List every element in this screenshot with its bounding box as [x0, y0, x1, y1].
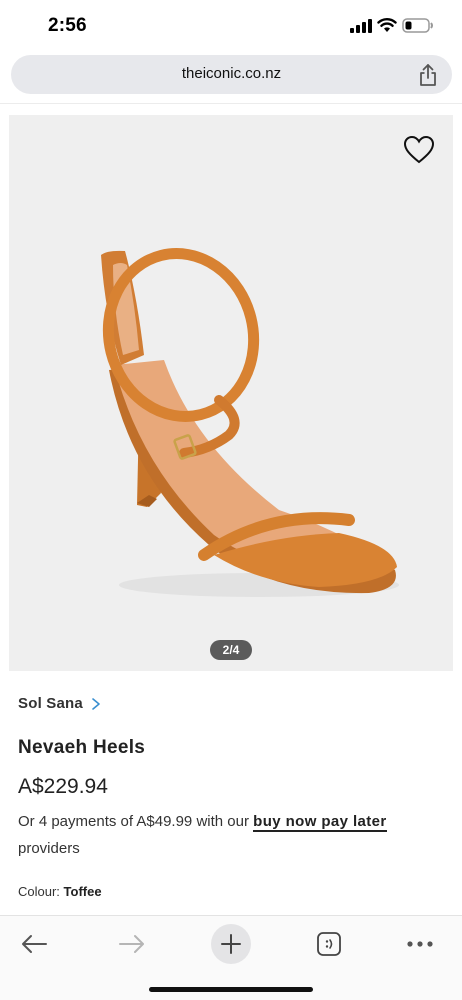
more-button[interactable]: [400, 924, 440, 964]
url-text[interactable]: theiconic.co.nz: [11, 65, 452, 82]
product-photo: [101, 248, 399, 597]
tabs-icon: [317, 932, 341, 956]
image-pager: 2/4: [210, 640, 252, 660]
heart-icon[interactable]: [403, 135, 435, 165]
forward-icon: [119, 935, 144, 953]
brand-name[interactable]: Sol Sana: [18, 695, 83, 712]
product-name: Nevaeh Heels: [18, 737, 146, 758]
new-tab-button[interactable]: [211, 924, 251, 964]
browser-toolbar: [0, 915, 462, 1000]
address-bar[interactable]: theiconic.co.nz: [11, 55, 452, 94]
brand-link[interactable]: Sol Sana: [18, 695, 101, 712]
share-icon[interactable]: [418, 63, 438, 87]
back-icon: [22, 935, 47, 953]
colour-value: Toffee: [63, 884, 102, 899]
chevron-right-icon: [92, 697, 100, 710]
product-image-carousel[interactable]: 2/4: [9, 115, 453, 671]
back-button[interactable]: [14, 924, 54, 964]
signal-icon: [350, 19, 372, 33]
forward-button[interactable]: [112, 924, 152, 964]
battery-icon: [402, 18, 433, 33]
product-price: A$229.94: [18, 775, 108, 798]
divider: [0, 103, 462, 104]
installments-info: Or 4 payments of A$49.99 with our buy no…: [18, 808, 448, 862]
status-bar: 2:56: [0, 0, 462, 52]
colour-row: Colour: Toffee: [18, 884, 102, 899]
home-indicator: [149, 987, 313, 992]
installments-suffix: providers: [18, 840, 80, 857]
tabs-button[interactable]: [309, 924, 349, 964]
installments-text: Or 4 payments of A$49.99 with our: [18, 813, 254, 830]
colour-label: Colour:: [18, 884, 60, 899]
buy-now-pay-later-link[interactable]: buy now pay later: [253, 813, 387, 832]
status-time: 2:56: [48, 15, 87, 36]
more-icon: [407, 941, 433, 947]
new-tab-icon: [221, 934, 241, 954]
wifi-icon: [377, 18, 397, 32]
